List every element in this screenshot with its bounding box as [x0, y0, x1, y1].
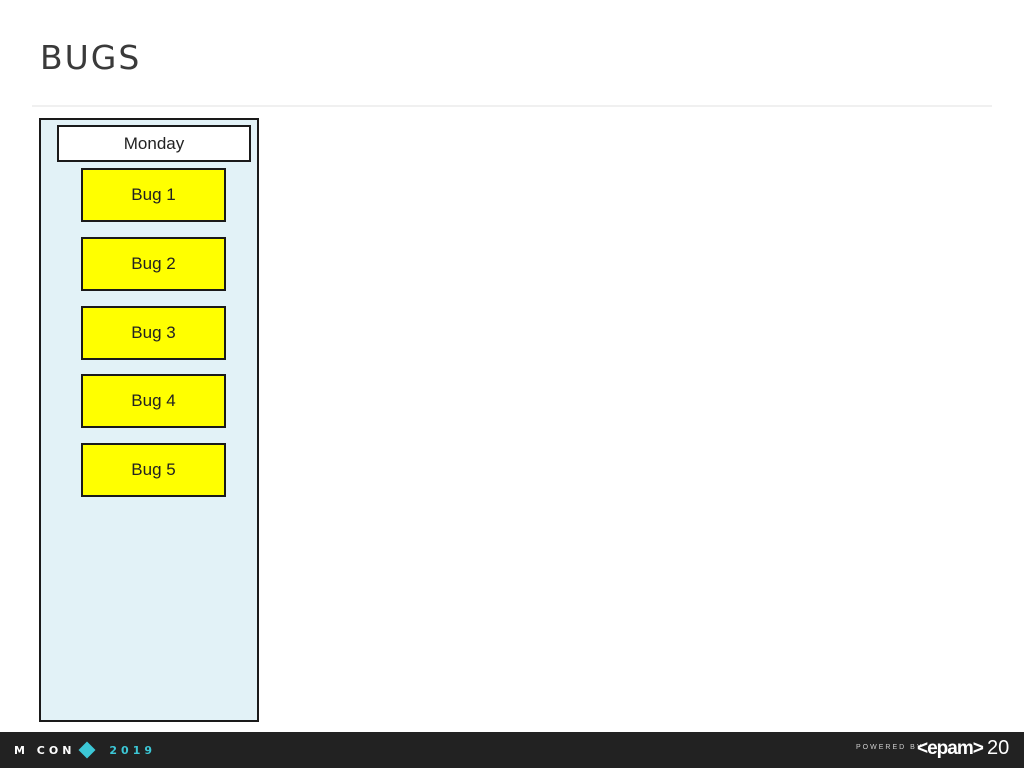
- column-header: Monday: [57, 125, 251, 162]
- footer-bar: M CON 2019 POWERED BY <epam> 20: [0, 732, 1024, 768]
- conference-logo: M CON 2019: [14, 741, 156, 759]
- bug-card[interactable]: Bug 3: [81, 306, 226, 360]
- sponsor-logo: <epam>: [917, 738, 984, 759]
- powered-by-label: POWERED BY: [856, 744, 924, 751]
- bug-card[interactable]: Bug 1: [81, 168, 226, 222]
- bug-card[interactable]: Bug 2: [81, 237, 226, 291]
- diamond-icon: [78, 741, 96, 759]
- title-divider: [32, 105, 992, 107]
- slide-title: BUGS: [40, 38, 142, 77]
- conference-name: M CON: [14, 743, 76, 757]
- bug-card[interactable]: Bug 5: [81, 443, 226, 497]
- page-number: 20: [987, 737, 1010, 759]
- conference-year: 2019: [109, 743, 157, 757]
- bug-card[interactable]: Bug 4: [81, 374, 226, 428]
